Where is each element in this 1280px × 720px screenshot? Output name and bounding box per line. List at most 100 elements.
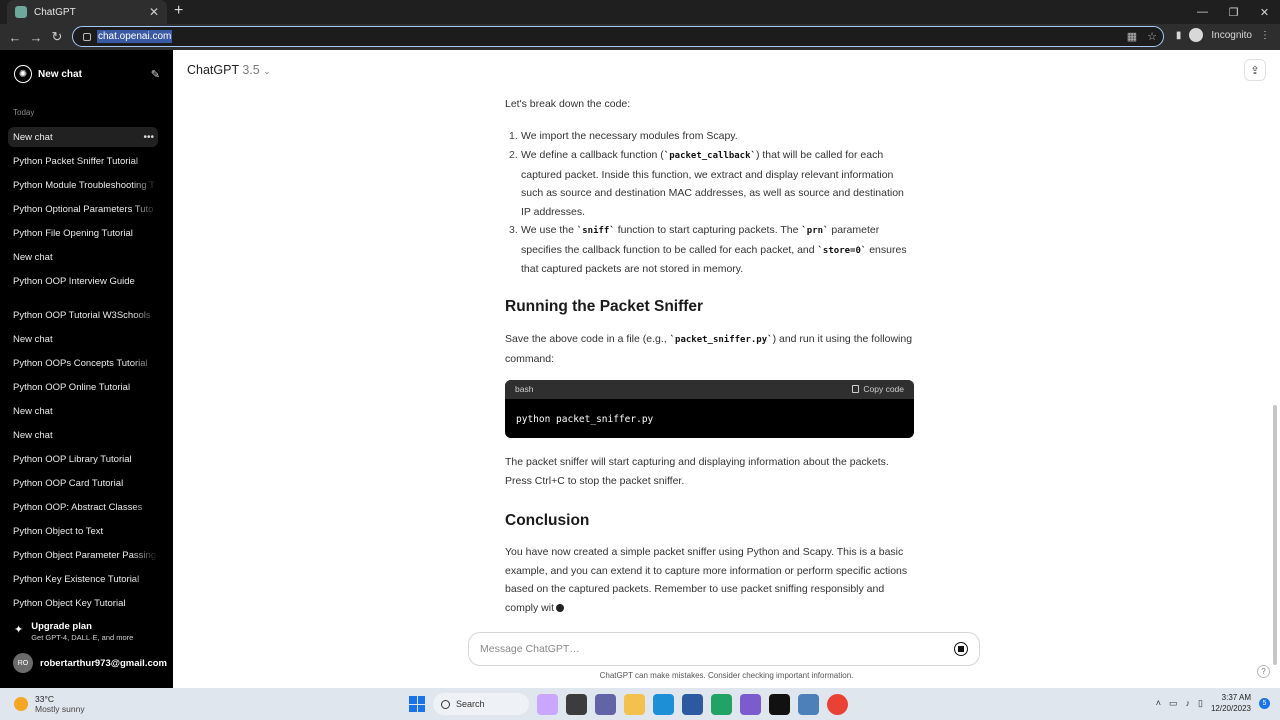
disclaimer: ChatGPT can make mistakes. Consider chec…: [599, 671, 854, 680]
sidebar-item[interactable]: Python OOP Interview Guide: [8, 271, 158, 291]
edge-browser-icon[interactable]: [653, 693, 674, 715]
inline-code: `sniff`: [576, 226, 615, 236]
sidebar-item[interactable]: Python OOP: Abstract Classes: [8, 497, 158, 517]
notification-badge[interactable]: 5: [1259, 697, 1270, 709]
site-info-icon[interactable]: [83, 32, 91, 41]
more-options-icon[interactable]: •••: [143, 132, 154, 143]
sidebar-item[interactable]: New chat: [8, 329, 158, 349]
new-chat-edit-icon[interactable]: ✎: [151, 68, 160, 81]
incognito-profile-icon[interactable]: [1189, 28, 1204, 42]
sidebar-item-label: Python Object Key Tutorial: [13, 597, 126, 609]
code-block-header: bash Copy code: [505, 380, 914, 399]
message-input[interactable]: Message ChatGPT…: [480, 643, 954, 655]
user-account[interactable]: RO robertarthur973@gmail.com: [13, 653, 167, 673]
sidebar-item[interactable]: Python Object Parameter Passing: [8, 545, 158, 565]
sidebar-item[interactable]: Python File Opening Tutorial: [8, 223, 158, 243]
restore-button[interactable]: ❐: [1218, 0, 1249, 24]
list-item: 3. We use the `sniff` function to start …: [509, 224, 907, 276]
code-language: bash: [515, 384, 534, 395]
file-explorer-icon[interactable]: [624, 693, 645, 715]
list-item: 2. We define a callback function (`packe…: [509, 149, 904, 219]
sidebar-item[interactable]: Python OOP Card Tutorial: [8, 473, 158, 493]
close-window-button[interactable]: ✕: [1249, 0, 1280, 24]
sidebar-item[interactable]: Python Key Existence Tutorial: [8, 569, 158, 589]
sidebar-item-label: Python Key Existence Tutorial: [13, 573, 140, 585]
bookmark-star-icon[interactable]: ☆: [1147, 30, 1157, 43]
chatgpt-favicon-icon: [15, 6, 27, 18]
sidebar-item[interactable]: Python Optional Parameters Tuto: [8, 199, 158, 219]
weather-widget[interactable]: 33°C Mostly sunny: [14, 694, 85, 714]
browser-tab-bar: ChatGPT ✕ + — ❐ ✕: [0, 0, 1280, 24]
sidebar-item[interactable]: New chat: [8, 247, 158, 267]
scrollbar[interactable]: [1273, 405, 1277, 665]
sidebar-item-label: New chat: [13, 131, 53, 143]
upgrade-title: Upgrade plan: [31, 621, 92, 632]
sidebar-item[interactable]: Python OOP Tutorial W3Schools: [8, 305, 158, 325]
browser-tab[interactable]: ChatGPT ✕: [7, 0, 167, 24]
cmd-app-icon[interactable]: [769, 693, 790, 715]
item-fade: [132, 569, 158, 589]
incognito-eye-icon[interactable]: ▦: [1127, 30, 1137, 43]
chat-app-icon[interactable]: [595, 693, 616, 715]
windows-start-icon[interactable]: [409, 696, 425, 712]
share-button[interactable]: ⇪: [1244, 59, 1266, 81]
battery-icon[interactable]: ▯: [1198, 698, 1203, 709]
sidebar-item[interactable]: Python Object Key Tutorial: [8, 593, 158, 613]
browser-right-tools: ▮ Incognito ⋮: [1176, 28, 1270, 42]
minimize-button[interactable]: —: [1187, 0, 1218, 24]
typing-cursor-icon: [556, 604, 565, 613]
item-fade: [132, 151, 158, 171]
profile-label[interactable]: Incognito: [1211, 30, 1252, 41]
store-app-icon[interactable]: [682, 693, 703, 715]
upgrade-plan-button[interactable]: ✦ Upgrade plan Get GPT-4, DALL·E, and mo…: [14, 621, 133, 642]
reload-icon[interactable]: ↻: [48, 28, 66, 46]
new-tab-button[interactable]: +: [174, 3, 183, 19]
sidebar-item-label: New chat: [13, 405, 53, 417]
help-button[interactable]: ?: [1257, 665, 1270, 678]
address-bar[interactable]: chat.openai.com ▦ ☆: [72, 26, 1164, 47]
sidebar-item[interactable]: New chat: [8, 401, 158, 421]
sidebar-item[interactable]: Python OOP Library Tutorial: [8, 449, 158, 469]
message-composer[interactable]: Message ChatGPT…: [468, 632, 980, 666]
menu-kebab-icon[interactable]: ⋮: [1260, 30, 1270, 41]
taskbar-search[interactable]: Search: [433, 693, 529, 715]
openai-logo-icon: ✺: [14, 65, 32, 83]
sidebar-item-label: Python OOP: Abstract Classes: [13, 501, 143, 513]
excel-app-icon[interactable]: [711, 693, 732, 715]
sidebar-item[interactable]: Python Packet Sniffer Tutorial: [8, 151, 158, 171]
chrome-app-icon[interactable]: [827, 693, 848, 715]
network-icon[interactable]: ▭: [1169, 698, 1178, 709]
model-selector[interactable]: ChatGPT 3.5 ⌄: [187, 63, 271, 77]
sidebar-item-label: Python OOP Tutorial W3Schools: [13, 309, 151, 321]
clock[interactable]: 3:37 AM 12/20/2023: [1211, 692, 1251, 714]
remote-desktop-icon[interactable]: [798, 693, 819, 715]
sidebar-item[interactable]: Python Module Troubleshooting T: [8, 175, 158, 195]
window-controls: — ❐ ✕: [1187, 0, 1280, 24]
item-fade: [132, 329, 158, 349]
stop-generating-icon[interactable]: [954, 642, 968, 656]
item-fade: [132, 401, 158, 421]
sidebar-item-label: New chat: [13, 333, 53, 345]
url-text[interactable]: chat.openai.com: [97, 30, 173, 43]
sidebar-item[interactable]: Python OOP Online Tutorial: [8, 377, 158, 397]
sidebar-item-label: New chat: [13, 429, 53, 441]
sidebar-new-chat[interactable]: ✺ New chat ✎: [14, 64, 160, 84]
message-paragraph: You have now created a simple packet sni…: [505, 546, 908, 615]
tab-close-icon[interactable]: ✕: [149, 5, 159, 19]
sidebar-item[interactable]: New chat: [8, 425, 158, 445]
forward-arrow-icon[interactable]: →: [27, 28, 45, 46]
sidebar-item-label: Python OOPs Concepts Tutorial: [13, 357, 148, 369]
chevron-up-icon[interactable]: ˄: [1156, 698, 1161, 708]
copy-code-button[interactable]: Copy code: [852, 380, 904, 399]
widgets-app-icon[interactable]: [537, 693, 558, 715]
message-intro: Let's break down the code:: [505, 98, 631, 110]
volume-icon[interactable]: ♪: [1186, 698, 1191, 708]
back-arrow-icon[interactable]: ←: [6, 28, 24, 46]
sidebar-item[interactable]: Python Object to Text: [8, 521, 158, 541]
side-panel-icon[interactable]: ▮: [1176, 30, 1182, 41]
terminal-app-icon[interactable]: [566, 693, 587, 715]
vscode-app-icon[interactable]: [740, 693, 761, 715]
sidebar-item[interactable]: New chat •••: [8, 127, 158, 147]
item-fade: [132, 545, 158, 565]
sidebar-item[interactable]: Python OOPs Concepts Tutorial: [8, 353, 158, 373]
